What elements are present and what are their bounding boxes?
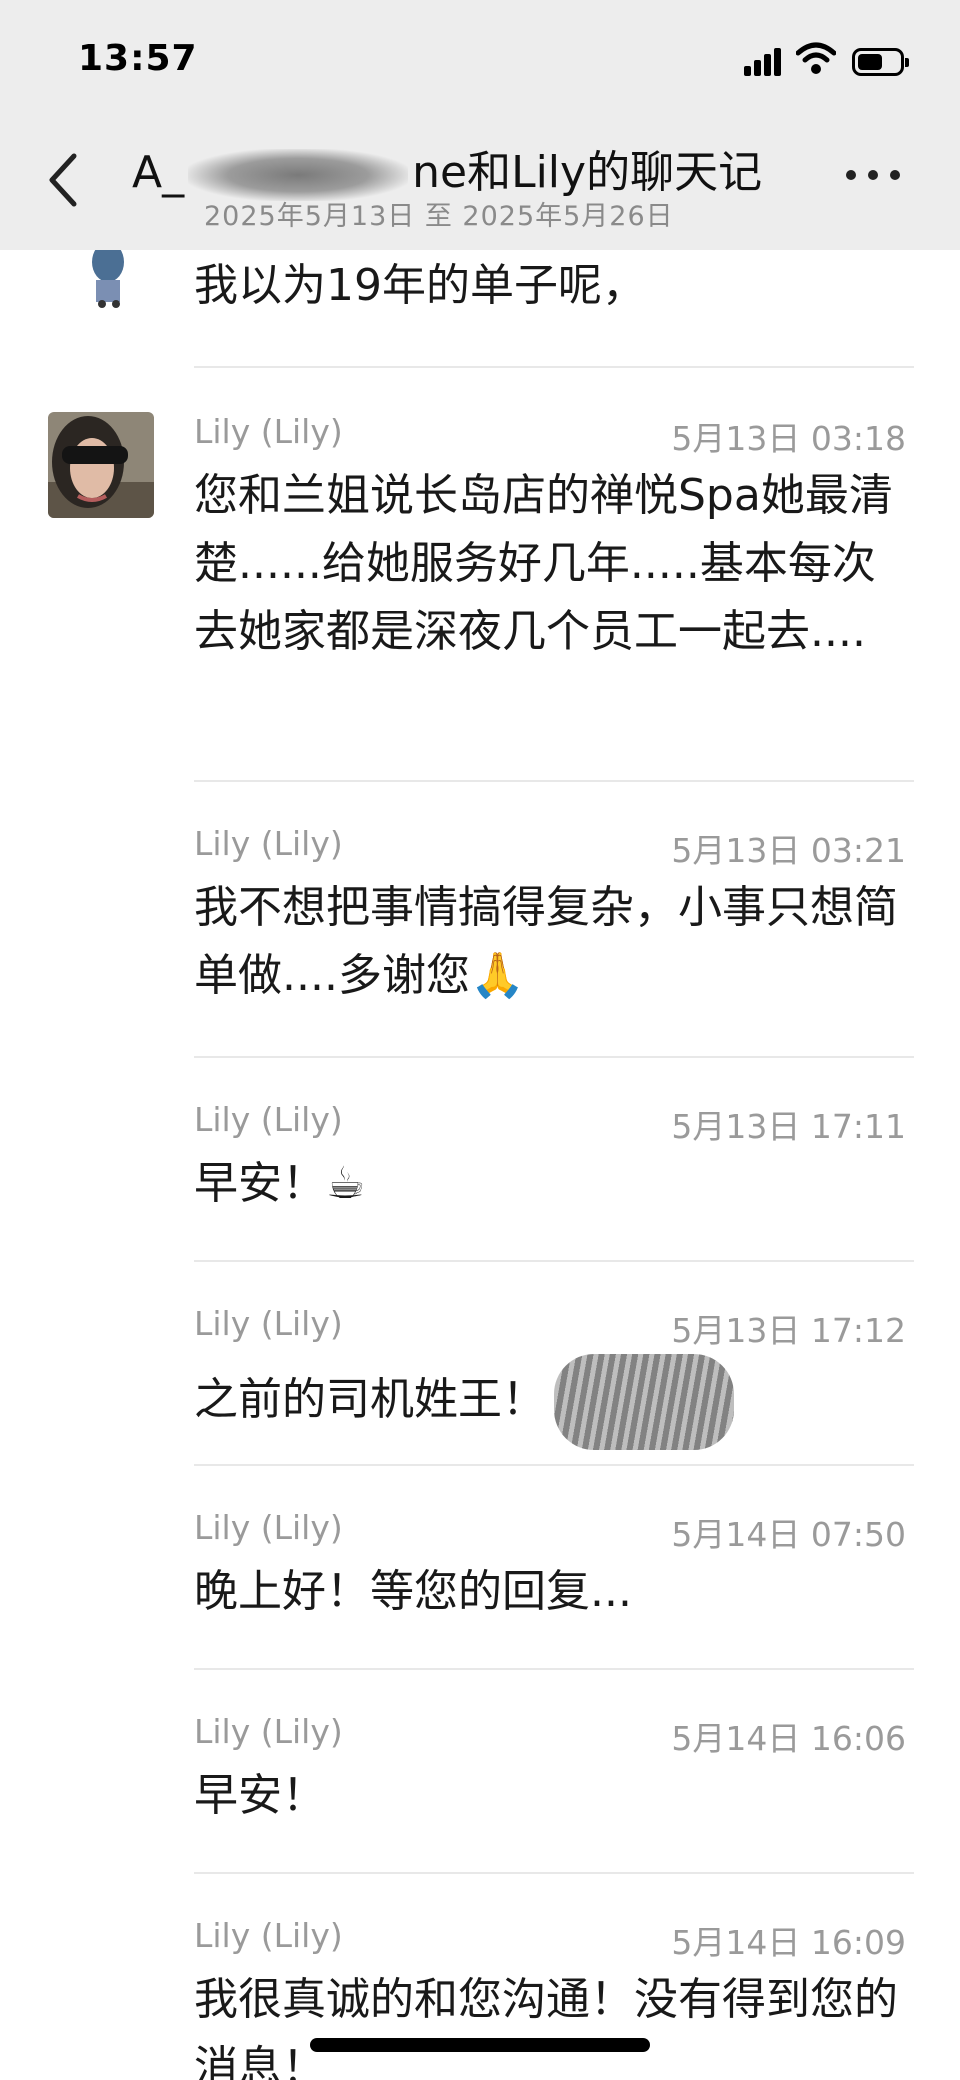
sender-name: Lily (Lily) bbox=[194, 1508, 343, 1547]
message-item[interactable]: Lily (Lily) 5月14日 16:06 早安！ bbox=[0, 1712, 960, 1874]
home-indicator[interactable] bbox=[310, 2038, 650, 2052]
message-time: 5月14日 16:09 bbox=[671, 1923, 906, 1962]
sender-name: Lily (Lily) bbox=[194, 1304, 343, 1343]
message-item[interactable]: Lily (Lily) 5月13日 03:21 我不想把事情搞得复杂，小事只想简… bbox=[0, 824, 960, 1058]
date-range: 2025年5月13日 至 2025年5月26日 bbox=[204, 201, 674, 232]
back-button[interactable] bbox=[44, 150, 84, 210]
divider bbox=[194, 1056, 914, 1058]
sender-name: Lily (Lily) bbox=[194, 1712, 343, 1751]
chat-header: 13:57 A_ ne和Lily的聊天记 2025年5月13日 至 2025年5月… bbox=[0, 0, 960, 250]
message-time: 5月13日 03:21 bbox=[671, 831, 906, 870]
message-text: 我不想把事情搞得复杂，小事只想简单做....多谢您🙏 bbox=[194, 882, 898, 1001]
divider bbox=[194, 1872, 914, 1874]
message-time: 5月14日 07:50 bbox=[671, 1515, 906, 1554]
message-time: 5月13日 03:18 bbox=[671, 419, 906, 458]
title-suffix: ne和Lily的聊天记 bbox=[412, 147, 763, 198]
sender-name: Lily (Lily) bbox=[194, 412, 343, 451]
message-text: 晚上好！等您的回复... bbox=[194, 1566, 632, 1617]
message-item[interactable]: Lily (Lily) 5月14日 16:09 我很真诚的和您沟通！没有得到您的… bbox=[0, 1916, 960, 2080]
battery-icon bbox=[852, 48, 909, 76]
message-text: 之前的司机姓王！ bbox=[194, 1354, 914, 1450]
divider bbox=[194, 1464, 914, 1466]
sender-name: Lily (Lily) bbox=[194, 824, 343, 863]
divider bbox=[194, 1260, 914, 1262]
message-item[interactable]: Lily (Lily) 5月13日 17:11 早安！☕ bbox=[0, 1100, 960, 1262]
more-button[interactable] bbox=[846, 164, 906, 184]
divider bbox=[194, 1668, 914, 1670]
message-text: 我以为19年的单子呢， bbox=[194, 260, 646, 311]
message-text: 早安！ bbox=[194, 1770, 326, 1821]
message-text-content: 之前的司机姓王！ bbox=[194, 1374, 546, 1425]
status-time: 13:57 bbox=[78, 38, 198, 79]
message-text: 早安！☕ bbox=[194, 1158, 366, 1209]
title-prefix: A_ bbox=[132, 147, 185, 198]
avatar bbox=[48, 412, 154, 518]
avatar bbox=[48, 240, 154, 310]
wifi-icon bbox=[796, 42, 836, 74]
message-time: 5月13日 17:12 bbox=[671, 1311, 906, 1350]
message-text: 您和兰姐说长岛店的禅悦Spa她最清楚......给她服务好几年.....基本每次… bbox=[194, 470, 893, 657]
signal-icon bbox=[744, 46, 784, 76]
sender-name: Lily (Lily) bbox=[194, 1100, 343, 1139]
redacted-content bbox=[554, 1354, 734, 1450]
chat-title: A_ ne和Lily的聊天记 bbox=[132, 136, 792, 201]
message-item[interactable]: Lily (Lily) 5月13日 17:12 之前的司机姓王！ bbox=[0, 1304, 960, 1466]
message-item[interactable]: 我以为19年的单子呢， bbox=[0, 240, 960, 370]
message-text: 我很真诚的和您沟通！没有得到您的消息！ bbox=[194, 1974, 898, 2080]
divider bbox=[194, 366, 914, 368]
message-item[interactable]: Lily (Lily) 5月14日 07:50 晚上好！等您的回复... bbox=[0, 1508, 960, 1670]
message-item[interactable]: Lily (Lily) 5月13日 03:18 您和兰姐说长岛店的禅悦Spa她最… bbox=[0, 412, 960, 782]
message-time: 5月13日 17:11 bbox=[671, 1107, 906, 1146]
message-time: 5月14日 16:06 bbox=[671, 1719, 906, 1758]
divider bbox=[194, 780, 914, 782]
sender-name: Lily (Lily) bbox=[194, 1916, 343, 1955]
